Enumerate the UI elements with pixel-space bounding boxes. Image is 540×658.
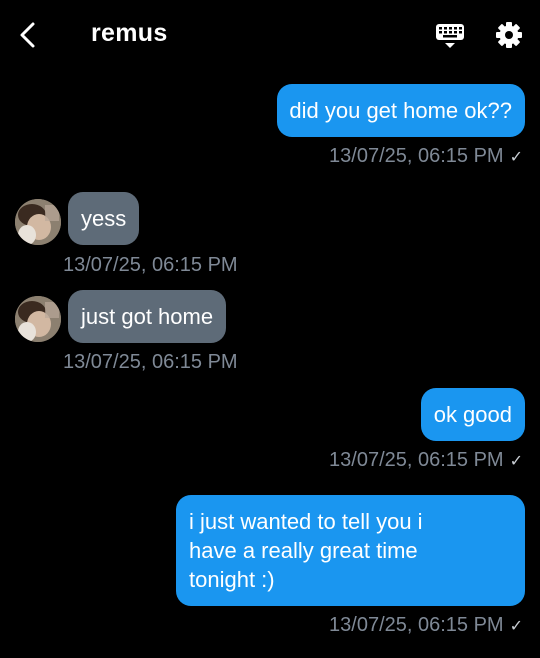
chevron-left-icon [20, 22, 35, 48]
message-timestamp: 13/07/25, 06:15 PM ✓ [329, 614, 523, 637]
message-bubble-outgoing[interactable]: ok good [420, 388, 525, 441]
avatar[interactable] [15, 199, 61, 245]
message-text: ok good [433, 402, 512, 427]
avatar-photo [15, 296, 61, 342]
chat-header: remus [0, 0, 540, 70]
message-timestamp: 13/07/25, 06:15 PM ✓ [329, 449, 523, 472]
timestamp-text: 13/07/25, 06:15 PM [329, 614, 504, 636]
message-bubble-outgoing[interactable]: i just wanted to tell you i have a reall… [176, 495, 525, 606]
avatar[interactable] [15, 296, 61, 342]
keyboard-button[interactable] [434, 20, 466, 50]
timestamp-text: 13/07/25, 06:15 PM [63, 351, 238, 373]
read-check-icon: ✓ [509, 618, 523, 635]
avatar-photo [15, 199, 61, 245]
message-text: just got home [81, 304, 214, 329]
message-text-line: tonight :) [189, 567, 275, 592]
timestamp-text: 13/07/25, 06:15 PM [329, 449, 504, 471]
timestamp-text: 13/07/25, 06:15 PM [63, 254, 238, 276]
message-timestamp: 13/07/25, 06:15 PM [63, 254, 238, 277]
message-bubble-incoming[interactable]: yess [68, 192, 140, 245]
keyboard-icon [436, 24, 464, 48]
read-check-icon: ✓ [509, 453, 523, 470]
message-timestamp: 13/07/25, 06:15 PM ✓ [329, 145, 523, 168]
timestamp-text: 13/07/25, 06:15 PM [329, 145, 504, 167]
message-text: yess [81, 206, 127, 231]
message-text-line: i just wanted to tell you i [189, 509, 423, 534]
message-timestamp: 13/07/25, 06:15 PM [63, 351, 238, 374]
settings-button[interactable] [494, 20, 524, 50]
contact-name[interactable]: remus [91, 19, 168, 48]
back-button[interactable] [14, 20, 44, 50]
gear-icon [496, 22, 522, 48]
message-bubble-outgoing[interactable]: did you get home ok?? [277, 84, 525, 137]
message-text: did you get home ok?? [289, 98, 512, 123]
message-text-line: have a really great time [189, 538, 418, 563]
read-check-icon: ✓ [509, 149, 523, 166]
message-bubble-incoming[interactable]: just got home [68, 290, 227, 343]
